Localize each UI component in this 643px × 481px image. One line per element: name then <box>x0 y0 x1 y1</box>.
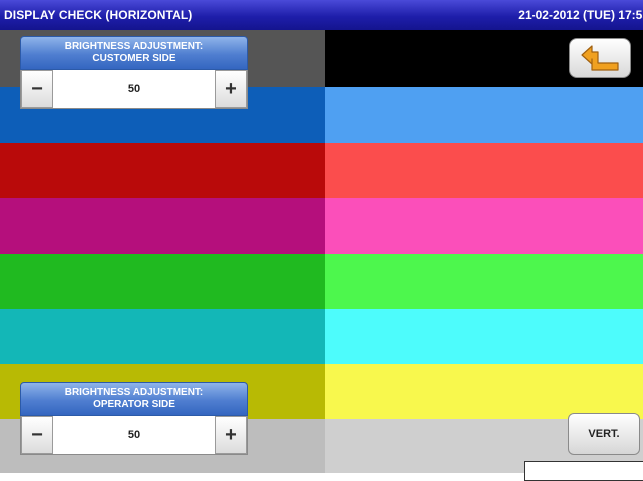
band-green-left <box>0 254 325 309</box>
band-magenta <box>0 198 643 254</box>
customer-brightness-title-line1: BRIGHTNESS ADJUSTMENT: <box>64 41 204 52</box>
operator-brightness-stepper: − 50 + <box>20 416 248 455</box>
return-button[interactable] <box>569 38 631 78</box>
band-red <box>0 143 643 198</box>
band-magenta-left <box>0 198 325 254</box>
operator-brightness-value: 50 <box>53 416 215 454</box>
operator-brightness-title: BRIGHTNESS ADJUSTMENT: OPERATOR SIDE <box>20 382 248 416</box>
customer-brightness-increase-button[interactable]: + <box>215 70 247 108</box>
band-red-right <box>325 143 643 198</box>
band-cyan-left <box>0 309 325 364</box>
date-time: 21-02-2012 (TUE) 17:55 <box>518 8 643 22</box>
band-red-left <box>0 143 325 198</box>
band-yellow-right <box>325 364 643 419</box>
operator-brightness-title-line1: BRIGHTNESS ADJUSTMENT: <box>64 387 204 398</box>
operator-brightness-increase-button[interactable]: + <box>215 416 247 454</box>
customer-brightness-title: BRIGHTNESS ADJUSTMENT: CUSTOMER SIDE <box>20 36 248 70</box>
title-bar: DISPLAY CHECK (HORIZONTAL) 21-02-2012 (T… <box>0 0 643 30</box>
customer-brightness-value: 50 <box>53 70 215 108</box>
return-arrow-icon <box>581 45 619 71</box>
customer-brightness-panel: BRIGHTNESS ADJUSTMENT: CUSTOMER SIDE − 5… <box>20 36 248 109</box>
band-cyan <box>0 309 643 364</box>
operator-brightness-panel: BRIGHTNESS ADJUSTMENT: OPERATOR SIDE − 5… <box>20 382 248 455</box>
screen-title: DISPLAY CHECK (HORIZONTAL) <box>4 8 193 22</box>
customer-brightness-stepper: − 50 + <box>20 70 248 109</box>
operator-brightness-title-line2: OPERATOR SIDE <box>93 399 175 410</box>
band-green-right <box>325 254 643 309</box>
status-box <box>524 461 643 481</box>
band-blue-right <box>325 87 643 143</box>
customer-brightness-decrease-button[interactable]: − <box>21 70 53 108</box>
vert-button[interactable]: VERT. <box>568 413 640 455</box>
band-green <box>0 254 643 309</box>
operator-brightness-decrease-button[interactable]: − <box>21 416 53 454</box>
customer-brightness-title-line2: CUSTOMER SIDE <box>92 53 176 64</box>
band-cyan-right <box>325 309 643 364</box>
band-magenta-right <box>325 198 643 254</box>
